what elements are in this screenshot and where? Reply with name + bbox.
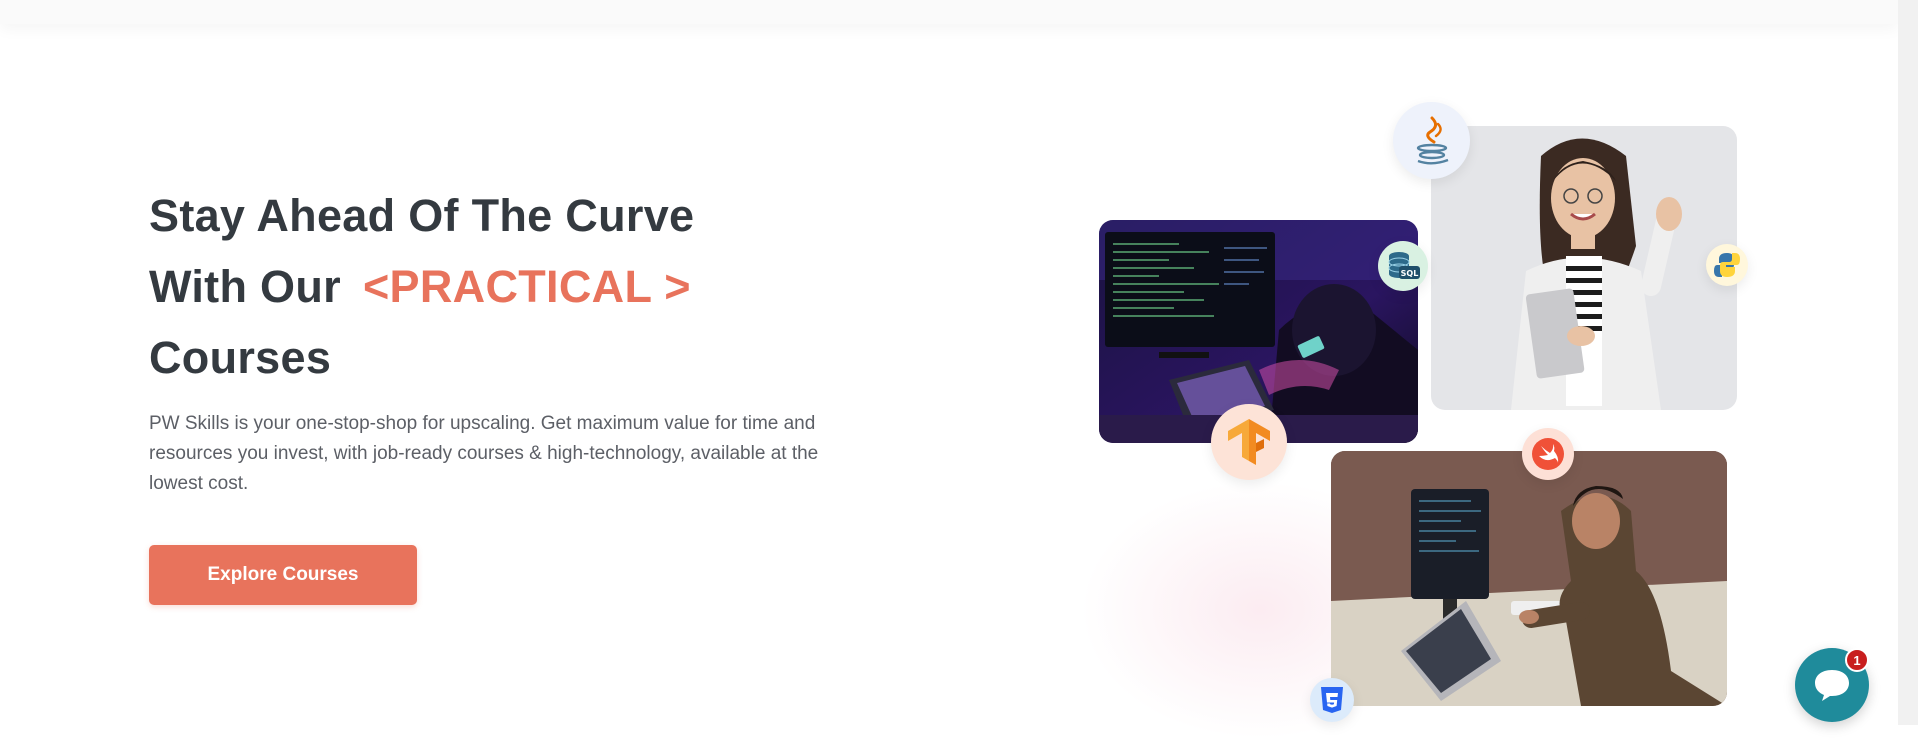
sql-badge-label: SQL: [1401, 269, 1419, 278]
headline-line-3: Courses: [149, 332, 332, 383]
page-scrollbar[interactable]: [1898, 0, 1918, 725]
top-navigation-bar: [0, 0, 1898, 24]
swift-icon: [1522, 428, 1574, 480]
explore-courses-button[interactable]: Explore Courses: [149, 545, 417, 605]
hero-section: Stay Ahead Of The Curve With Our <PRACTIC…: [149, 180, 869, 499]
chat-bubble-icon: [1815, 670, 1849, 701]
java-icon: [1393, 102, 1470, 179]
sql-database-icon: SQL: [1378, 241, 1428, 291]
headline-line-1: Stay Ahead Of The Curve: [149, 190, 695, 241]
python-icon: [1706, 244, 1748, 286]
chat-notification-badge: 1: [1845, 648, 1869, 672]
headline-line-2-prefix: With Our: [149, 261, 341, 312]
headline-highlight: <PRACTICAL >: [362, 261, 691, 312]
hero-description: PW Skills is your one-stop-shop for upsc…: [149, 413, 819, 494]
woman-with-laptop-photo: [1431, 126, 1737, 410]
hero-headline: Stay Ahead Of The Curve With Our <PRACTIC…: [149, 180, 869, 393]
css3-icon: [1310, 678, 1354, 722]
tensorflow-icon: [1211, 404, 1287, 480]
developer-desk-photo: [1331, 451, 1727, 706]
